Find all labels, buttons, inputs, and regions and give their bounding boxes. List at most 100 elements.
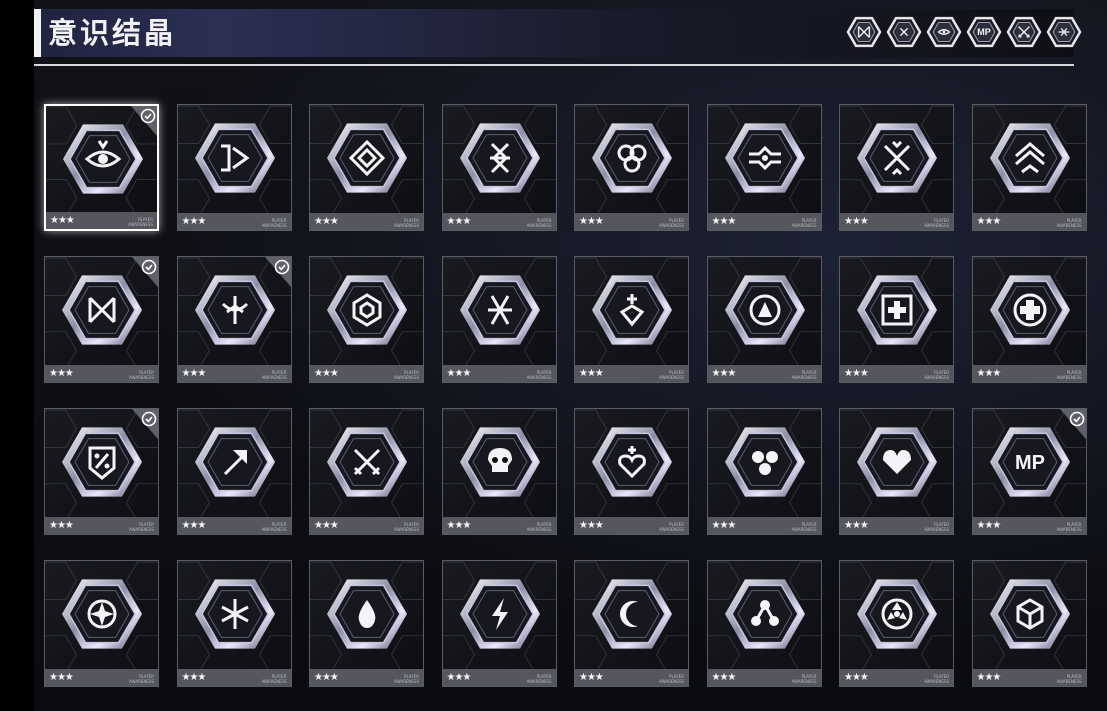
caption-line2: AWARENESS (1056, 375, 1082, 380)
svg-text:MP: MP (1015, 452, 1045, 474)
awareness-card[interactable]: ★★★ PLAYER AWARENESS (706, 256, 822, 383)
awareness-card[interactable]: ★★★ PLAYER AWARENESS (574, 256, 689, 383)
caption-line2: AWARENESS (128, 222, 153, 227)
x-diamond-icon (886, 16, 922, 48)
awareness-card[interactable]: ★★★ PLAYER AWARENESS (441, 408, 557, 535)
filter-crossed-swords-button[interactable] (1006, 14, 1042, 50)
caption-line2: AWARENESS (261, 679, 287, 684)
card-caption: PLAYER AWARENESS (114, 674, 154, 684)
caption-line2: AWARENESS (924, 375, 949, 380)
rarity-stars: ★★★ (314, 520, 339, 531)
awareness-card[interactable]: ★★★ PLAYER AWARENESS (441, 560, 557, 687)
awareness-card[interactable]: ★★★ PLAYER AWARENESS (706, 560, 822, 687)
awareness-card[interactable]: ★★★ PLAYER AWARENESS (309, 104, 424, 231)
awareness-card[interactable]: ★★★ PLAYER AWARENESS (176, 256, 292, 383)
rarity-stars: ★★★ (314, 216, 339, 227)
card-footer: ★★★ PLAYER AWARENESS (177, 669, 291, 686)
awareness-card[interactable]: ★★★ PLAYER AWARENESS (971, 560, 1087, 687)
layered-chevron-icon (989, 123, 1070, 193)
card-footer: ★★★ PLAYER AWARENESS (840, 365, 953, 382)
card-footer: ★★★ PLAYER AWARENESS (575, 365, 688, 382)
awareness-card[interactable]: ★★★ PLAYER AWARENESS (574, 408, 689, 535)
rarity-stars: ★★★ (579, 216, 604, 227)
card-footer: ★★★ PLAYER AWARENESS (442, 213, 556, 230)
caption-line2: AWARENESS (791, 223, 817, 228)
filter-mp-button[interactable]: MP (966, 14, 1002, 50)
awareness-card[interactable]: ★★★ PLAYER AWARENESS (309, 408, 424, 535)
filter-x-diamond-button[interactable] (886, 14, 922, 50)
filter-eye-diamond-button[interactable] (926, 14, 962, 50)
card-caption: PLAYER AWARENESS (644, 218, 684, 228)
awareness-card[interactable]: ★★★ PLAYER AWARENESS (176, 560, 292, 687)
rarity-stars: ★★★ (181, 672, 207, 683)
awareness-card[interactable]: ★★★ PLAYER AWARENESS (309, 560, 424, 687)
card-caption: PLAYER AWARENESS (1042, 674, 1082, 684)
eye-diamond-icon (926, 16, 962, 48)
awareness-card[interactable]: ★★★ PLAYER AWARENESS (44, 408, 159, 535)
awareness-card[interactable]: ★★★ PLAYER AWARENESS (839, 560, 954, 687)
card-footer: ★★★ PLAYER AWARENESS (442, 365, 556, 382)
card-footer: ★★★ PLAYER AWARENESS (177, 213, 291, 230)
compass-star-icon (62, 579, 142, 649)
card-caption: PLAYER AWARENESS (777, 522, 817, 532)
card-footer: ★★★ PLAYER AWARENESS (840, 213, 953, 230)
svg-text:MP: MP (977, 27, 991, 37)
crescent-icon (592, 579, 672, 649)
awareness-card[interactable]: ★★★ PLAYER AWARENESS (44, 256, 159, 383)
awareness-card[interactable]: ★★★ PLAYER AWARENESS (706, 408, 822, 535)
awareness-card[interactable]: ★★★ PLAYER AWARENESS (441, 256, 557, 383)
card-footer: ★★★ PLAYER AWARENESS (972, 517, 1086, 534)
caption-line2: AWARENESS (394, 527, 419, 532)
rarity-stars: ★★★ (50, 215, 75, 226)
awareness-card[interactable]: ★★★ PLAYER AWARENESS (441, 104, 557, 231)
medical-box-icon (857, 275, 937, 345)
awareness-card[interactable]: ★★★ PLAYER AWARENESS (706, 104, 822, 231)
rarity-stars: ★★★ (314, 672, 339, 683)
awareness-card[interactable]: ★★★ PLAYER AWARENESS (176, 408, 292, 535)
chevron-lattice-icon (459, 123, 540, 193)
card-footer: ★★★ PLAYER AWARENESS (972, 213, 1086, 230)
card-footer: ★★★ PLAYER AWARENESS (310, 213, 423, 230)
awareness-card[interactable]: ★★★ PLAYER AWARENESS (971, 256, 1087, 383)
card-caption: PLAYER AWARENESS (247, 370, 287, 380)
awareness-card[interactable]: ★★★ PLAYER AWARENESS (839, 408, 954, 535)
card-footer: ★★★ PLAYER AWARENESS (575, 213, 688, 230)
awareness-card[interactable]: ★★★ PLAYER AWARENESS (44, 104, 159, 231)
card-caption: PLAYER AWARENESS (247, 674, 287, 684)
rarity-stars: ★★★ (446, 368, 472, 379)
caption-line2: AWARENESS (924, 223, 949, 228)
rarity-stars: ★★★ (579, 672, 604, 683)
card-caption: PLAYER AWARENESS (379, 522, 419, 532)
awareness-card[interactable]: ★★★ PLAYER AWARENESS (44, 560, 159, 687)
rarity-stars: ★★★ (446, 672, 472, 683)
awareness-card[interactable]: MP ★★★ PLAYER AWARENESS (971, 408, 1087, 535)
awareness-card[interactable]: ★★★ PLAYER AWARENESS (839, 256, 954, 383)
caption-line2: AWARENESS (1056, 223, 1082, 228)
rarity-stars: ★★★ (711, 672, 737, 683)
rarity-stars: ★★★ (976, 368, 1002, 379)
rarity-stars: ★★★ (49, 368, 74, 379)
card-caption: PLAYER AWARENESS (247, 218, 287, 228)
awareness-card[interactable]: ★★★ PLAYER AWARENESS (574, 104, 689, 231)
awareness-card[interactable]: ★★★ PLAYER AWARENESS (839, 104, 954, 231)
rarity-stars: ★★★ (579, 368, 604, 379)
rarity-stars: ★★★ (711, 520, 737, 531)
card-caption: PLAYER AWARENESS (512, 522, 552, 532)
filter-wing-button[interactable] (1046, 14, 1082, 50)
card-footer: ★★★ PLAYER AWARENESS (46, 212, 157, 229)
awareness-card[interactable]: ★★★ PLAYER AWARENESS (971, 104, 1087, 231)
caption-line2: AWARENESS (791, 679, 817, 684)
awareness-card[interactable]: ★★★ PLAYER AWARENESS (309, 256, 424, 383)
caption-line2: AWARENESS (261, 223, 287, 228)
card-footer: ★★★ PLAYER AWARENESS (177, 365, 291, 382)
card-footer: ★★★ PLAYER AWARENESS (840, 517, 953, 534)
awareness-card[interactable]: ★★★ PLAYER AWARENESS (574, 560, 689, 687)
rarity-stars: ★★★ (446, 520, 472, 531)
card-caption: PLAYER AWARENESS (512, 674, 552, 684)
awareness-card[interactable]: ★★★ PLAYER AWARENESS (176, 104, 292, 231)
filter-crossed-arrows-button[interactable] (846, 14, 882, 50)
card-caption: PLAYER AWARENESS (114, 370, 154, 380)
card-caption: PLAYER AWARENESS (777, 674, 817, 684)
skull-icon (459, 427, 540, 497)
wing-icon (1046, 16, 1082, 48)
